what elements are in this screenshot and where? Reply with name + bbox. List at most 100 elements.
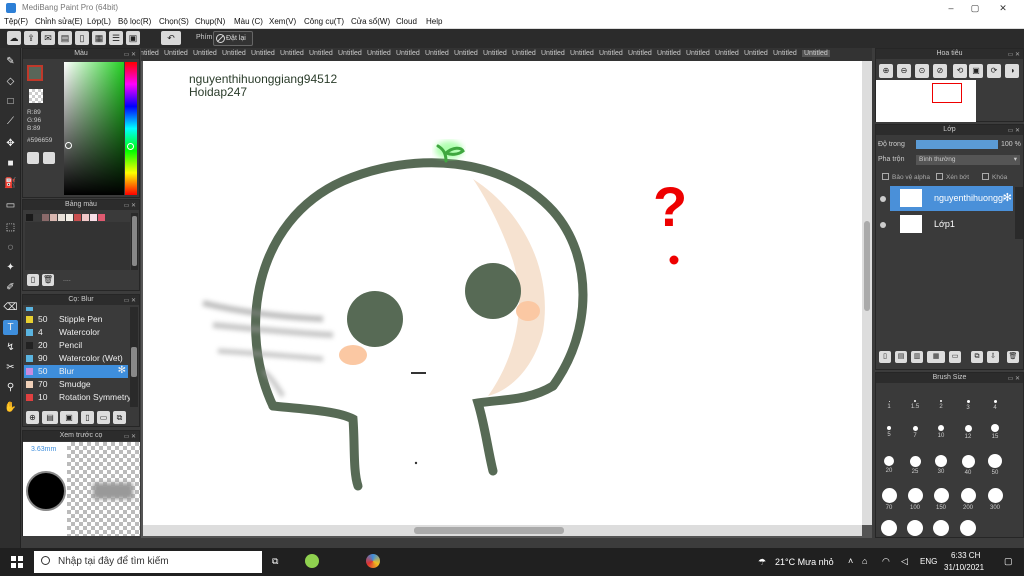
operation-tool-icon[interactable]: ↯ [3, 340, 18, 355]
brush-row[interactable]: 20 Pencil [24, 339, 128, 352]
brush-size-dot[interactable] [881, 520, 897, 536]
eyedropper-icon[interactable]: ⚲ [3, 380, 18, 395]
menu-color[interactable]: Màu (C) [234, 17, 263, 26]
brush-size-option[interactable]: 1.5 [905, 400, 925, 410]
brush-tool-icon[interactable]: ✎ [3, 54, 18, 69]
weather-text[interactable]: 21°C Mưa nhỏ [775, 557, 834, 567]
menu-file[interactable]: Tệp(F) [4, 17, 28, 26]
opacity-slider[interactable] [916, 140, 998, 149]
volume-icon[interactable]: ◁ [901, 556, 908, 567]
brush-size-option[interactable]: 2 [931, 400, 951, 410]
canvas-vertical-scrollbar[interactable] [862, 61, 872, 525]
menu-cloud[interactable]: Cloud [396, 17, 417, 26]
document-tab[interactable]: Untitled [773, 50, 797, 57]
panel-options-icon[interactable]: ▭ ✕ [124, 296, 136, 306]
palette-swatch[interactable] [82, 214, 89, 221]
palette-swatch[interactable] [58, 214, 65, 221]
grid-icon[interactable]: ▦ [92, 31, 106, 45]
document-tab[interactable]: Untitled [338, 50, 362, 57]
taskbar-search[interactable]: Nhập tại đây để tìm kiếm [34, 551, 262, 573]
cloud-icon[interactable]: ☁ [7, 31, 21, 45]
layer-menu-icon[interactable]: ▦ [927, 351, 945, 363]
app-icon-taskbar[interactable] [305, 554, 319, 568]
fit-window-icon[interactable]: ▣ [969, 64, 983, 78]
brush-size-option[interactable]: 300 [985, 487, 1005, 511]
comment-icon[interactable]: ✉ [41, 31, 55, 45]
document-tab[interactable]: Untitled [280, 50, 304, 57]
document-tab[interactable]: Untitled [251, 50, 275, 57]
zoom-fit-icon[interactable]: ⊙ [915, 64, 929, 78]
menu-layer[interactable]: Lớp(L) [87, 17, 111, 26]
select-eraser-icon[interactable]: ⌫ [3, 300, 18, 315]
brush-size-option[interactable]: 100 [905, 487, 925, 511]
gear-icon[interactable]: ✻ [1003, 191, 1012, 204]
main-color-swatch[interactable] [27, 65, 43, 81]
document-tab[interactable]: Untitled [454, 50, 478, 57]
delete-palette-icon[interactable]: 🗑 [42, 274, 54, 286]
flip-icon[interactable]: ◑ [1005, 64, 1019, 78]
brush-size-option[interactable]: 1 [879, 400, 899, 410]
brush-size-option[interactable]: 5 [879, 426, 899, 438]
brush-row[interactable]: 50 Stipple Pen [24, 313, 128, 326]
eraser-tool-icon[interactable]: ◇ [3, 74, 18, 89]
sub-color-swatch[interactable] [29, 89, 43, 103]
brush-size-option[interactable]: 200 [958, 487, 978, 511]
select-tool-icon[interactable]: ⬚ [3, 220, 18, 235]
brush-size-option[interactable]: 15 [985, 424, 1005, 440]
network-icon[interactable]: ⌂ [862, 556, 867, 566]
document-tab[interactable]: Untitled [367, 50, 391, 57]
folder-icon[interactable]: ▭ [97, 411, 110, 424]
clock-time[interactable]: 6:33 CH [951, 551, 980, 560]
palette-icon[interactable] [27, 152, 39, 164]
brush-size-option[interactable]: 70 [879, 487, 899, 511]
menu-filter[interactable]: Bộ lọc(R) [118, 17, 151, 26]
clipping-checkbox[interactable]: Xén bớt [936, 173, 969, 181]
brush-size-option[interactable]: 3 [958, 399, 978, 411]
brush-row[interactable]: 90 Watercolor (Wet) [24, 352, 128, 365]
panel-options-icon[interactable]: ▭ ✕ [1008, 126, 1020, 136]
palette-scrollbar[interactable] [131, 213, 138, 270]
document-tab[interactable]: Untitled [657, 50, 681, 57]
reset-button[interactable]: Đặt lại [213, 31, 253, 46]
palette-swatch[interactable] [66, 214, 73, 221]
saturation-value-picker[interactable] [64, 62, 124, 195]
lasso-tool-icon[interactable]: ◌ [3, 240, 18, 255]
document-tab[interactable]: Untitled [715, 50, 739, 57]
new-halftone-layer-icon[interactable]: ▤ [895, 351, 907, 363]
text-tool-icon[interactable]: T [3, 320, 18, 335]
navigator-thumbnail[interactable] [876, 80, 976, 122]
hand-tool-icon[interactable]: ✋ [3, 400, 18, 415]
clock-date[interactable]: 31/10/2021 [944, 563, 984, 572]
document-tab[interactable]: Untitled [483, 50, 507, 57]
new-palette-icon[interactable]: ▯ [27, 274, 39, 286]
document-tab[interactable]: Untitled [222, 50, 246, 57]
language-indicator[interactable]: ENG [920, 557, 937, 566]
document-tab[interactable]: Untitled [425, 50, 449, 57]
brush-properties-icon[interactable]: ▯ [81, 411, 94, 424]
color-wheel-icon[interactable] [43, 152, 55, 164]
chevron-up-icon[interactable]: ˄ [848, 556, 853, 566]
select-pen-icon[interactable]: ✐ [3, 280, 18, 295]
viewport-frame[interactable] [932, 83, 962, 103]
brush-size-option[interactable]: 40 [958, 454, 978, 476]
menu-view[interactable]: Xem(V) [269, 17, 296, 26]
menu-window[interactable]: Cửa sổ(W) [351, 17, 390, 26]
page-icon[interactable]: ▯ [75, 31, 89, 45]
rotate-right-icon[interactable]: ⟳ [987, 64, 1001, 78]
panel-options-icon[interactable]: ▭ ✕ [124, 432, 136, 442]
brush-row[interactable]: 4 Watercolor [24, 326, 128, 339]
list-icon[interactable]: ☰ [109, 31, 123, 45]
hue-cursor[interactable] [127, 143, 134, 150]
zoom-out-icon[interactable]: ⊖ [897, 64, 911, 78]
drawing-canvas[interactable]: nguyenthihuonggiang94512 Hoidap247 ? [143, 61, 863, 525]
brush-size-option[interactable]: 50 [985, 454, 1005, 476]
maximize-button[interactable]: ▢ [968, 2, 982, 14]
document-tab[interactable]: Untitled [570, 50, 594, 57]
hue-slider[interactable] [125, 62, 137, 195]
brush-copy-icon[interactable]: ▣ [60, 411, 78, 424]
palette-swatch[interactable] [74, 214, 81, 221]
panel-options-icon[interactable]: ▭ ✕ [1008, 374, 1020, 384]
document-tab[interactable]: Untitled [686, 50, 710, 57]
document-tab[interactable]: Untitled [512, 50, 536, 57]
document-tab[interactable]: Untitled [141, 50, 159, 57]
